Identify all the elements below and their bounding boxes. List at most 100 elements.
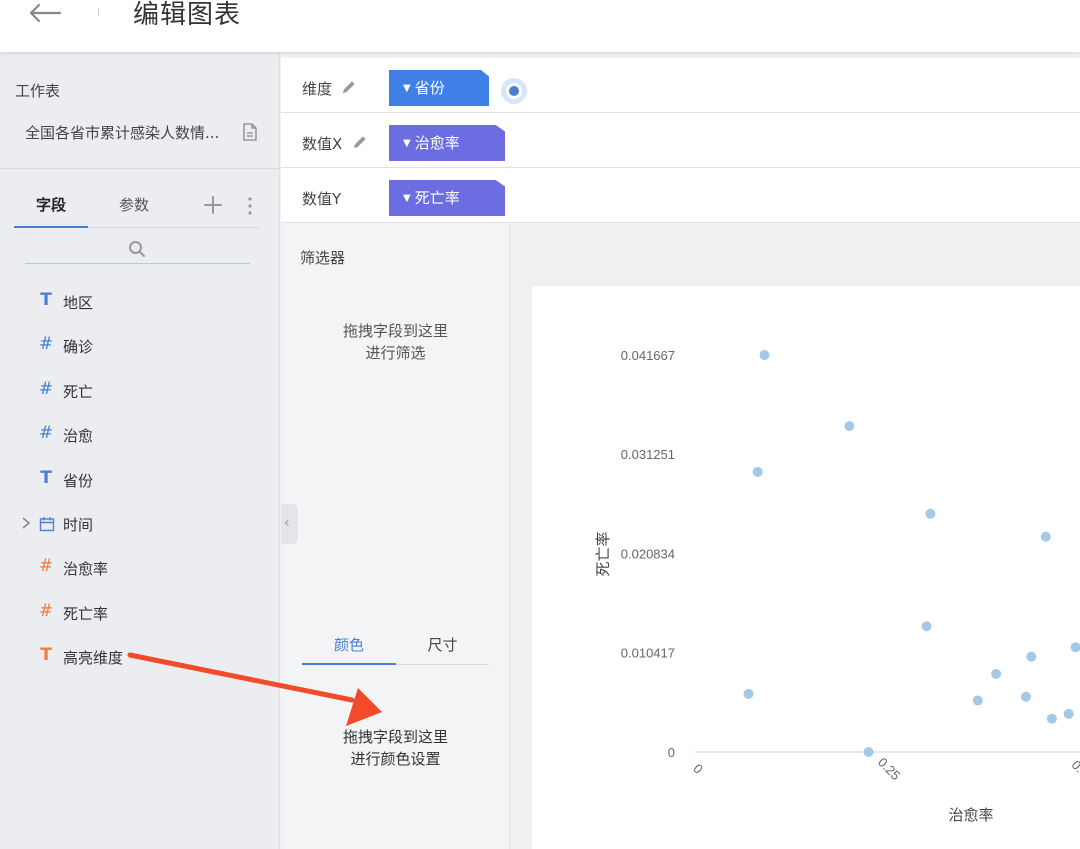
chevron-down-icon: ▼ [403,138,411,149]
mark-tabs: 颜色 尺寸 [302,627,489,665]
sidebar: 工作表 全国各省市累计感染人数情... 字段 参数 T 地区 # 确诊 # 死亡… [0,52,280,849]
chevron-down-icon: ▼ [403,193,411,204]
y-shelf: 数值Y ▼ 死亡率 [281,168,1080,223]
scatter-point [925,508,936,519]
y-tick-label: 0.041667 [621,348,675,363]
y-tick-label: 0.020834 [621,546,675,561]
x-measure-pill[interactable]: ▼ 治愈率 [389,125,505,161]
worksheet-name[interactable]: 全国各省市累计感染人数情... [25,122,230,143]
filter-hint-line2: 进行筛选 [365,344,426,362]
y-axis-title: 死亡率 [595,531,612,576]
y-measure-pill[interactable]: ▼ 死亡率 [389,180,505,216]
y-tick-label: 0 [668,745,675,760]
field-label: 治愈 [63,427,94,445]
field-item-time[interactable]: 时间 [0,506,279,540]
shelf-label-dimension: 维度 [302,80,333,98]
header-divider [98,8,99,16]
add-icon[interactable] [202,194,224,216]
tab-params[interactable]: 参数 [104,192,164,228]
chevron-left-icon: ‹ [284,515,290,531]
text-type-icon: T [40,468,52,488]
search-icon [129,241,145,257]
filter-panel: 筛选器 拖拽字段到这里 进行筛选 颜色 尺寸 拖拽字段到这里 进行颜色设置 [281,223,510,849]
number-type-icon: # [38,601,54,621]
x-tick-label: 0.5 [1069,757,1080,780]
field-item-recovery-rate[interactable]: # 治愈率 [0,550,279,584]
y-tick-label: 0.010417 [621,646,675,661]
tab-size[interactable]: 尺寸 [396,627,489,665]
chevron-down-icon: ▼ [403,83,411,94]
scatter-point [1046,713,1057,724]
scatter-point [1063,708,1074,719]
color-drop-zone[interactable]: 拖拽字段到这里 进行颜色设置 [281,726,510,770]
scatter-point [1070,642,1080,653]
dimension-drop-target[interactable] [501,78,527,104]
more-vertical-icon[interactable] [243,195,257,217]
text-type-icon: T [40,645,52,665]
pill-label: 死亡率 [414,189,460,207]
scatter-point [752,466,763,477]
filter-hint-line1: 拖拽字段到这里 [342,322,448,340]
calendar-icon [39,517,55,532]
sidebar-collapse-handle[interactable]: ‹ [281,504,298,544]
text-type-icon: T [40,290,52,310]
field-label: 确诊 [63,338,94,356]
field-label: 死亡 [63,383,94,401]
tab-color[interactable]: 颜色 [302,627,396,665]
scatter-point [921,621,932,632]
page-title: 编辑图表 [133,0,242,30]
pill-label: 治愈率 [414,134,460,152]
pencil-icon[interactable] [340,78,358,96]
number-type-icon: # [38,556,54,576]
sidebar-divider [0,168,280,169]
scatter-point [759,350,770,360]
number-type-icon: # [38,379,54,399]
dimension-shelf: 维度 ▼ 省份 [281,58,1080,113]
scatter-point [991,668,1002,679]
pill-label: 省份 [414,79,445,97]
switch-worksheet-icon[interactable] [240,122,260,142]
field-label: 时间 [63,516,94,534]
shelf-label-x: 数值X [302,135,343,153]
worksheet-label: 工作表 [15,82,61,100]
pencil-icon[interactable] [351,133,369,151]
scatter-point [1026,651,1037,662]
field-label: 治愈率 [63,560,109,578]
field-item-confirmed[interactable]: # 确诊 [0,328,279,362]
color-hint-line2: 进行颜色设置 [350,750,441,768]
filter-drop-zone[interactable]: 拖拽字段到这里 进行筛选 [281,320,510,364]
shelf-label-y: 数值Y [302,190,342,208]
dimension-pill[interactable]: ▼ 省份 [389,70,489,106]
field-item-highlight-dimension[interactable]: T 高亮维度 [0,639,279,673]
field-item-region[interactable]: T 地区 [0,284,279,318]
scatter-point [863,747,874,757]
field-search-input[interactable] [25,236,250,264]
field-label: 高亮维度 [63,649,124,667]
scatter-point [972,695,983,706]
header-bar: 编辑图表 [0,0,1080,52]
x-axis-title: 治愈率 [948,807,993,824]
field-label: 死亡率 [63,605,109,623]
chevron-right-icon[interactable] [20,516,32,530]
scatter-chart: 0 0.010417 0.020834 0.031251 0.041667 0 0.25 0.… [595,348,1080,824]
color-hint-line1: 拖拽字段到这里 [342,728,448,746]
number-type-icon: # [38,334,54,354]
scatter-point [844,421,855,432]
back-arrow-icon[interactable] [28,2,62,24]
field-item-deaths[interactable]: # 死亡 [0,373,279,407]
field-label: 省份 [63,472,94,490]
x-tick-label: 0 [690,761,706,777]
field-label: 地区 [63,294,94,312]
number-type-icon: # [38,423,54,443]
filter-title: 筛选器 [300,249,346,267]
field-item-death-rate[interactable]: # 死亡率 [0,595,279,629]
field-item-recovered[interactable]: # 治愈 [0,417,279,451]
scatter-point [1040,531,1051,542]
scatter-point [1020,691,1031,702]
x-shelf: 数值X ▼ 治愈率 [281,113,1080,168]
x-tick-label: 0.25 [875,755,904,784]
field-tabs: 字段 参数 [14,192,260,228]
chart-card: 0 0.010417 0.020834 0.031251 0.041667 0 0.25 0.… [532,286,1080,849]
tab-fields[interactable]: 字段 [14,192,88,228]
field-item-province[interactable]: T 省份 [0,462,279,496]
